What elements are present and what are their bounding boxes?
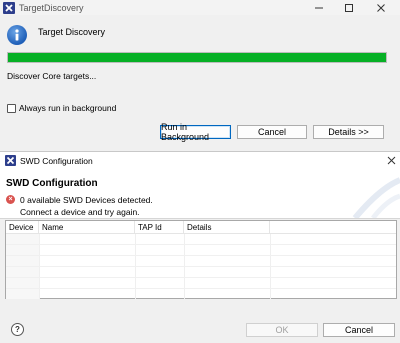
table-row bbox=[6, 278, 396, 289]
swd-header-area: SWD Configuration × 0 available SWD Devi… bbox=[0, 168, 400, 218]
table-row bbox=[6, 234, 396, 245]
discovery-progress-bar bbox=[7, 52, 387, 63]
swd-cancel-button[interactable]: Cancel bbox=[323, 323, 395, 337]
table-row bbox=[6, 245, 396, 256]
error-icon: × bbox=[6, 195, 15, 204]
header-decoration bbox=[352, 177, 400, 218]
progress-fill bbox=[8, 53, 386, 62]
column-header-details[interactable]: Details bbox=[184, 221, 270, 234]
swd-window-title: SWD Configuration bbox=[20, 156, 93, 166]
swd-heading: SWD Configuration bbox=[6, 178, 98, 189]
eclipse-x-icon bbox=[5, 155, 16, 166]
close-icon[interactable] bbox=[370, 0, 392, 15]
target-discovery-window: TargetDiscovery Target Discovery Discove… bbox=[0, 0, 400, 148]
discovery-heading: Target Discovery bbox=[38, 27, 106, 37]
swd-devices-table[interactable]: Device Name TAP Id Details bbox=[5, 220, 397, 299]
always-background-checkbox[interactable] bbox=[7, 104, 16, 113]
discovery-status-text: Discover Core targets... bbox=[7, 71, 97, 81]
column-header-name[interactable]: Name bbox=[39, 221, 135, 234]
error-hint: Connect a device and try again. bbox=[20, 207, 140, 217]
close-icon[interactable] bbox=[380, 153, 400, 168]
error-message: 0 available SWD Devices detected. bbox=[20, 195, 153, 205]
table-row bbox=[6, 256, 396, 267]
swd-configuration-window: SWD Configuration SWD Configuration × 0 … bbox=[0, 151, 400, 343]
eclipse-x-icon bbox=[3, 2, 15, 14]
info-icon bbox=[7, 25, 27, 45]
header-separator bbox=[0, 218, 400, 219]
minimize-icon[interactable] bbox=[308, 0, 330, 15]
run-in-background-button[interactable]: Run in Background bbox=[160, 122, 231, 142]
swd-titlebar: SWD Configuration bbox=[0, 152, 400, 168]
column-header-tap-id[interactable]: TAP Id bbox=[135, 221, 184, 234]
maximize-icon[interactable] bbox=[338, 0, 360, 15]
details-button[interactable]: Details >> bbox=[313, 125, 384, 139]
discovery-cancel-button[interactable]: Cancel bbox=[237, 125, 307, 139]
discovery-titlebar: TargetDiscovery bbox=[0, 0, 400, 15]
always-background-label: Always run in background bbox=[19, 103, 117, 113]
table-row bbox=[6, 267, 396, 278]
column-header-device[interactable]: Device bbox=[6, 221, 39, 234]
table-row bbox=[6, 289, 396, 300]
discovery-window-title: TargetDiscovery bbox=[19, 3, 84, 13]
table-header: Device Name TAP Id Details bbox=[6, 221, 396, 234]
help-icon[interactable]: ? bbox=[11, 323, 24, 336]
ok-button[interactable]: OK bbox=[246, 323, 318, 337]
